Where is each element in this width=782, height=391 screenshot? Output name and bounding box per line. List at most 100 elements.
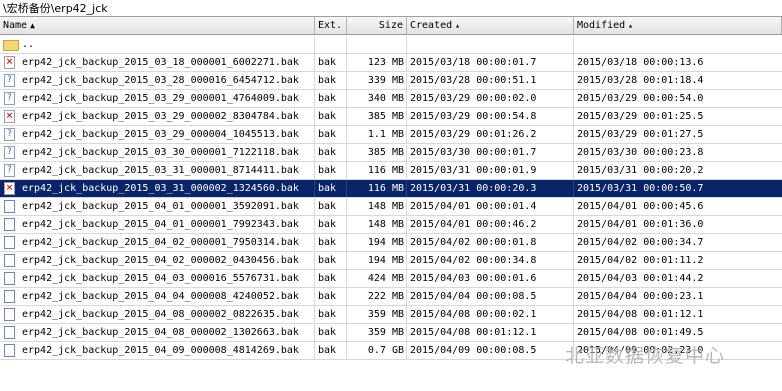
file-name-cell[interactable]: erp42_jck_backup_2015_04_01_000001_79923… bbox=[0, 216, 315, 233]
file-icon bbox=[4, 290, 15, 303]
file-size: 359 MB bbox=[347, 306, 407, 323]
unknown-file-icon: ? bbox=[4, 146, 15, 159]
file-size: 385 MB bbox=[347, 144, 407, 161]
file-name-cell[interactable]: erp42_jck_backup_2015_04_01_000001_35920… bbox=[0, 198, 315, 215]
file-row[interactable]: ? erp42_jck_backup_2015_03_28_000016_6454… bbox=[0, 72, 782, 90]
file-name: erp42_jck_backup_2015_04_02_000002_04304… bbox=[22, 255, 299, 266]
file-row[interactable]: ? erp42_jck_backup_2015_03_29_000001_4764… bbox=[0, 90, 782, 108]
file-icon bbox=[4, 218, 15, 231]
column-header-ext[interactable]: Ext. bbox=[315, 17, 347, 34]
file-name-cell[interactable]: erp42_jck_backup_2015_04_03_000016_55767… bbox=[0, 270, 315, 287]
file-name-cell[interactable]: × erp42_jck_backup_2015_03_29_000002_8304… bbox=[0, 108, 315, 125]
file-modified: 2015/03/29 00:01:27.5 bbox=[577, 129, 704, 140]
file-row[interactable]: ? erp42_jck_backup_2015_03_31_000001_8714… bbox=[0, 162, 782, 180]
file-ext: bak bbox=[315, 288, 347, 305]
file-created: 2015/04/02 00:00:34.8 bbox=[407, 252, 574, 269]
file-row[interactable]: erp42_jck_backup_2015_04_02_000002_04304… bbox=[0, 252, 782, 270]
file-size: 424 MB bbox=[347, 270, 407, 287]
file-name-cell[interactable]: × erp42_jck_backup_2015_03_18_000001_6002… bbox=[0, 54, 315, 71]
file-name-cell[interactable]: ? erp42_jck_backup_2015_03_30_000001_7122… bbox=[0, 144, 315, 161]
file-created: 2015/04/03 00:00:01.6 bbox=[407, 270, 574, 287]
file-name-cell[interactable]: .. bbox=[0, 36, 315, 53]
file-name-cell[interactable]: erp42_jck_backup_2015_04_02_000001_79503… bbox=[0, 234, 315, 251]
file-ext: bak bbox=[315, 162, 347, 179]
file-name: erp42_jck_backup_2015_04_09_000008_48142… bbox=[22, 345, 299, 356]
file-modified: 2015/04/02 00:00:34.7 bbox=[577, 237, 704, 248]
file-created: 2015/04/08 00:00:02.1 bbox=[407, 306, 574, 323]
file-name: erp42_jck_backup_2015_04_01_000001_79923… bbox=[22, 219, 299, 230]
column-filter-icon: ▴ bbox=[628, 21, 633, 30]
file-row[interactable]: × erp42_jck_backup_2015_03_29_000002_8304… bbox=[0, 108, 782, 126]
file-name-cell[interactable]: ? erp42_jck_backup_2015_03_31_000001_8714… bbox=[0, 162, 315, 179]
file-row[interactable]: erp42_jck_backup_2015_04_08_000002_13026… bbox=[0, 324, 782, 342]
file-name-cell[interactable]: erp42_jck_backup_2015_04_04_000008_42400… bbox=[0, 288, 315, 305]
file-modified: 2015/03/31 00:00:50.7 bbox=[577, 183, 704, 194]
file-row[interactable]: ? erp42_jck_backup_2015_03_29_000004_1045… bbox=[0, 126, 782, 144]
file-size: 340 MB bbox=[347, 90, 407, 107]
file-row[interactable]: erp42_jck_backup_2015_04_08_000002_08226… bbox=[0, 306, 782, 324]
file-name: .. bbox=[22, 39, 35, 50]
file-modified bbox=[574, 36, 782, 53]
file-modified: 2015/04/01 00:00:45.6 bbox=[577, 201, 704, 212]
file-name-cell[interactable]: ? erp42_jck_backup_2015_03_29_000004_1045… bbox=[0, 126, 315, 143]
watermark: 北亚数据恢复中心 bbox=[565, 345, 726, 367]
file-name-cell[interactable]: erp42_jck_backup_2015_04_09_000008_48142… bbox=[0, 342, 315, 359]
file-size: 194 MB bbox=[347, 234, 407, 251]
parent-folder-row[interactable]: .. bbox=[0, 36, 782, 54]
file-created: 2015/03/28 00:00:51.1 bbox=[407, 72, 574, 89]
column-header-size[interactable]: Size bbox=[347, 17, 407, 34]
path-bar: \宏桥备份\erp42_jck bbox=[0, 0, 782, 17]
file-created bbox=[407, 36, 574, 53]
file-row[interactable]: erp42_jck_backup_2015_04_03_000016_55767… bbox=[0, 270, 782, 288]
column-header-modified[interactable]: Modified ▴ bbox=[574, 17, 782, 34]
file-name: erp42_jck_backup_2015_03_28_000016_64547… bbox=[22, 75, 299, 86]
file-modified: 2015/03/29 00:01:25.5 bbox=[577, 111, 704, 122]
column-header-created-label: Created bbox=[410, 20, 453, 31]
file-row[interactable]: erp42_jck_backup_2015_04_01_000001_35920… bbox=[0, 198, 782, 216]
file-ext: bak bbox=[315, 252, 347, 269]
file-size: 359 MB bbox=[347, 324, 407, 341]
file-name-cell[interactable]: erp42_jck_backup_2015_04_02_000002_04304… bbox=[0, 252, 315, 269]
file-name: erp42_jck_backup_2015_04_04_000008_42400… bbox=[22, 291, 299, 302]
error-file-icon: × bbox=[4, 110, 15, 123]
file-name: erp42_jck_backup_2015_03_31_000002_13245… bbox=[22, 183, 299, 194]
file-icon bbox=[4, 254, 15, 267]
file-created: 2015/04/08 00:01:12.1 bbox=[407, 324, 574, 341]
file-created: 2015/03/29 00:01:26.2 bbox=[407, 126, 574, 143]
file-row[interactable]: erp42_jck_backup_2015_04_02_000001_79503… bbox=[0, 234, 782, 252]
file-row[interactable]: × erp42_jck_backup_2015_03_18_000001_6002… bbox=[0, 54, 782, 72]
file-size bbox=[347, 36, 407, 53]
unknown-file-icon: ? bbox=[4, 74, 15, 87]
file-modified: 2015/04/01 00:01:36.0 bbox=[577, 219, 704, 230]
unknown-file-icon: ? bbox=[4, 164, 15, 177]
file-modified: 2015/03/29 00:00:54.0 bbox=[577, 93, 704, 104]
file-created: 2015/04/01 00:00:01.4 bbox=[407, 198, 574, 215]
file-size: 116 MB bbox=[347, 162, 407, 179]
file-row[interactable]: erp42_jck_backup_2015_04_04_000008_42400… bbox=[0, 288, 782, 306]
column-header-created[interactable]: Created ▴ bbox=[407, 17, 574, 34]
file-name-cell[interactable]: ? erp42_jck_backup_2015_03_28_000016_6454… bbox=[0, 72, 315, 89]
file-row[interactable]: erp42_jck_backup_2015_04_01_000001_79923… bbox=[0, 216, 782, 234]
file-row[interactable]: ? erp42_jck_backup_2015_03_30_000001_7122… bbox=[0, 144, 782, 162]
file-name-cell[interactable]: ? erp42_jck_backup_2015_03_29_000001_4764… bbox=[0, 90, 315, 107]
file-size: 339 MB bbox=[347, 72, 407, 89]
file-name-cell[interactable]: × erp42_jck_backup_2015_03_31_000002_1324… bbox=[0, 180, 315, 197]
file-ext: bak bbox=[315, 216, 347, 233]
file-size: 1.1 MB bbox=[347, 126, 407, 143]
column-header-name[interactable]: Name ▲ bbox=[0, 17, 315, 34]
file-icon bbox=[4, 272, 15, 285]
file-modified: 2015/03/18 00:00:13.6 bbox=[577, 57, 704, 68]
file-created: 2015/04/09 00:00:08.5 bbox=[407, 342, 574, 359]
file-ext: bak bbox=[315, 108, 347, 125]
file-name-cell[interactable]: erp42_jck_backup_2015_04_08_000002_08226… bbox=[0, 306, 315, 323]
file-icon bbox=[4, 344, 15, 357]
file-name-cell[interactable]: erp42_jck_backup_2015_04_08_000002_13026… bbox=[0, 324, 315, 341]
file-created: 2015/03/29 00:00:02.0 bbox=[407, 90, 574, 107]
file-ext: bak bbox=[315, 198, 347, 215]
file-ext: bak bbox=[315, 144, 347, 161]
file-ext: bak bbox=[315, 324, 347, 341]
column-header-modified-label: Modified bbox=[577, 20, 626, 31]
file-row[interactable]: × erp42_jck_backup_2015_03_31_000002_1324… bbox=[0, 180, 782, 198]
file-created: 2015/04/04 00:00:08.5 bbox=[407, 288, 574, 305]
file-size: 194 MB bbox=[347, 252, 407, 269]
